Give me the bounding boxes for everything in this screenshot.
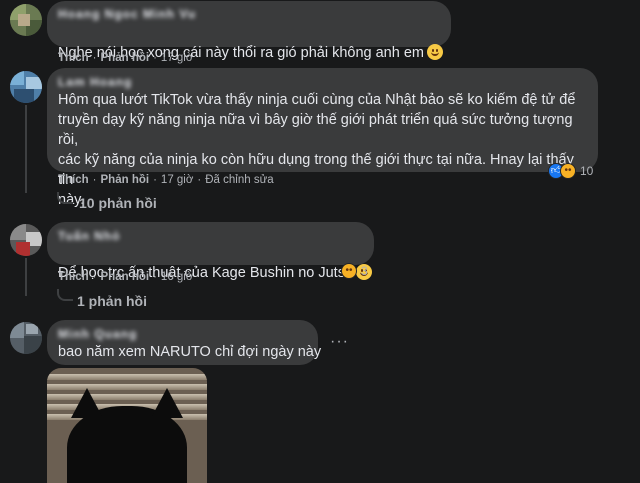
more-options-icon[interactable]: ··· [330, 333, 349, 351]
comment-time[interactable]: 17 giờ [161, 52, 193, 64]
comment-text: bao năm xem NARUTO chỉ đợi ngày này [58, 344, 322, 360]
edited-label: Đã chỉnh sửa [205, 174, 274, 186]
comment-time[interactable]: 17 giờ [161, 174, 193, 186]
like-button[interactable]: Thích [58, 52, 89, 64]
avatar[interactable] [10, 71, 42, 103]
reaction-summary[interactable]: 👍︎ •• 10 [548, 163, 593, 179]
view-replies-link[interactable]: 10 phản hồi [79, 195, 157, 211]
avatar[interactable] [10, 322, 42, 354]
smile-emoji-icon [426, 44, 443, 60]
comment-actions: Thích · Phản hồi · 17 giờ [58, 52, 194, 64]
comment-actions: Thích · Phản hồi · 16 giờ [58, 271, 194, 283]
thread-line [25, 258, 27, 296]
reply-arrow-icon [57, 289, 73, 301]
commenter-name[interactable]: Minh Quang [58, 327, 137, 341]
haha-reaction-icon: •• [341, 263, 357, 279]
commenter-name[interactable]: Hoang Ngoc Minh Vu [58, 7, 196, 21]
comment-text: Hôm qua lướt TikTok vừa thấy ninja cuối … [58, 92, 576, 208]
reply-arrow-icon [57, 192, 73, 204]
like-button[interactable]: Thích [58, 174, 89, 186]
thread-line [25, 105, 27, 193]
comment-actions: Thích · Phản hồi · 17 giờ · Đã chỉnh sửa [58, 174, 274, 186]
reply-button[interactable]: Phản hồi [101, 271, 150, 283]
like-button[interactable]: Thích [58, 271, 89, 283]
haha-reaction-icon: •• [560, 163, 576, 179]
commenter-name[interactable]: Lam Hoang [58, 75, 132, 89]
reaction-count: 10 [580, 164, 594, 178]
comment-time[interactable]: 16 giờ [161, 271, 193, 283]
reaction-summary[interactable]: •• 3 [341, 263, 368, 279]
reply-button[interactable]: Phản hồi [101, 52, 150, 64]
comment-photo[interactable] [47, 368, 207, 483]
view-replies-link[interactable]: 1 phản hồi [77, 293, 147, 309]
black-cat-image [67, 388, 187, 483]
commenter-name[interactable]: Tuấn Nhỏ [58, 229, 120, 243]
reply-button[interactable]: Phản hồi [101, 174, 150, 186]
avatar[interactable] [10, 4, 42, 36]
avatar[interactable] [10, 224, 42, 256]
reaction-count: 3 [361, 264, 368, 278]
